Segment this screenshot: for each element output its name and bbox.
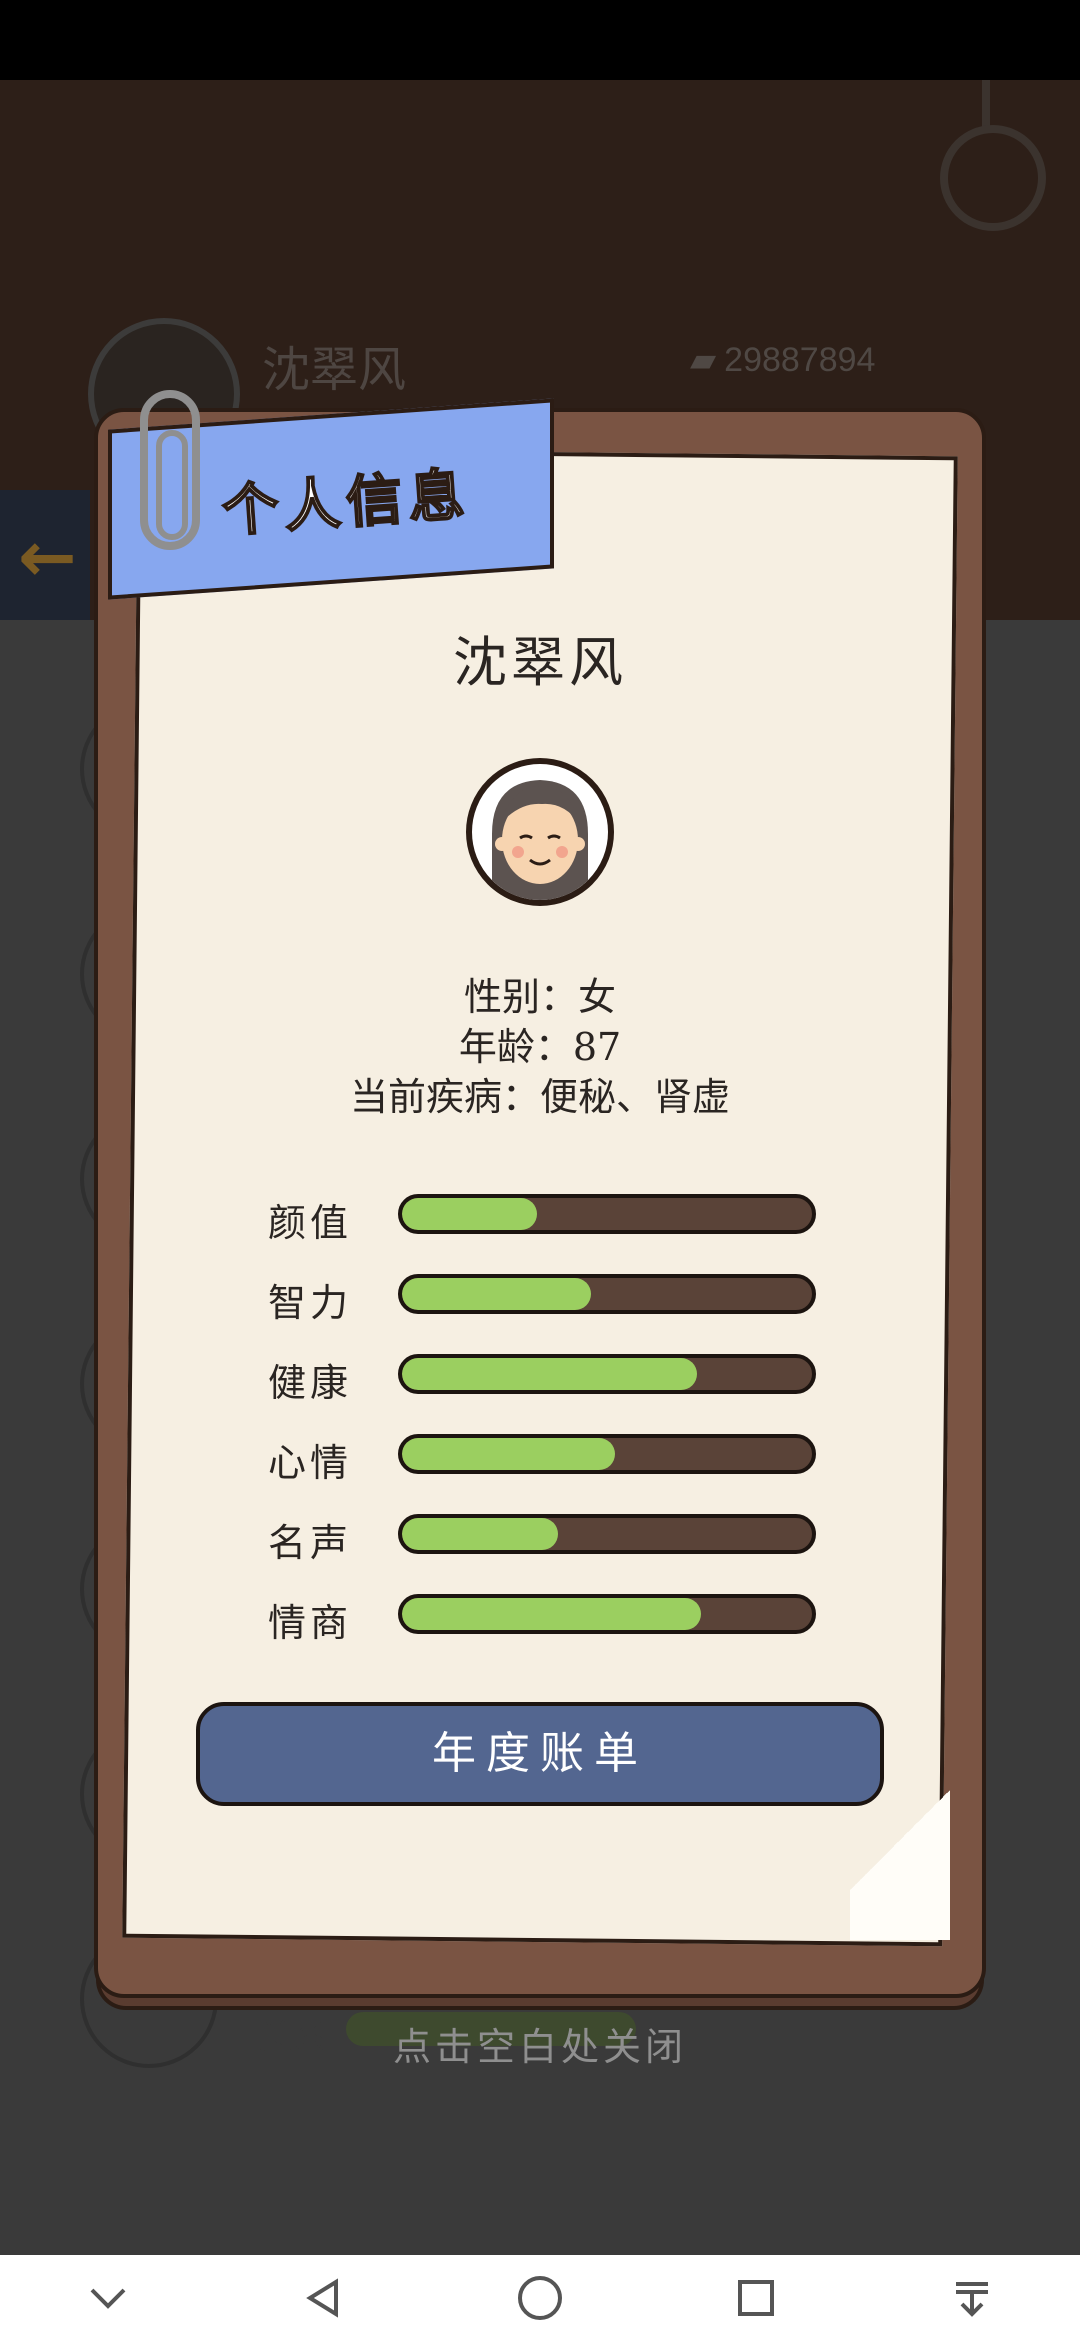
stat-label: 名声 bbox=[268, 1521, 353, 1565]
disease-text: 当前疾病：便秘、肾虚 bbox=[349, 1075, 730, 1119]
character-name: 沈翠风 bbox=[453, 631, 627, 694]
close-hint[interactable]: 点击空白处关闭 bbox=[0, 2016, 1080, 2071]
background-player-name: 沈翠风 bbox=[262, 342, 407, 398]
system-navbar bbox=[0, 2255, 1080, 2340]
back-triangle-icon[interactable] bbox=[284, 2263, 364, 2333]
background-coins: ▰ 29887894 bbox=[690, 340, 875, 380]
stat-label: 颜值 bbox=[268, 1201, 353, 1245]
paperclip-inner bbox=[156, 430, 188, 540]
stat-bar-fill bbox=[402, 1438, 616, 1470]
stat-bar-track bbox=[398, 1274, 816, 1314]
back-button[interactable]: ← bbox=[0, 490, 90, 620]
stat-bar-track bbox=[398, 1514, 816, 1554]
stat-bar-fill bbox=[402, 1198, 538, 1230]
stat-row-mood: 心情 bbox=[268, 1430, 828, 1485]
panel-title: 个人信息 bbox=[219, 460, 473, 545]
stat-row-health: 健康 bbox=[268, 1350, 828, 1405]
stat-bar-fill bbox=[402, 1358, 698, 1390]
back-arrow-icon: ← bbox=[18, 516, 77, 598]
status-bar bbox=[0, 0, 1080, 80]
stat-label: 健康 bbox=[268, 1361, 353, 1405]
stat-row-reputation: 名声 bbox=[268, 1510, 828, 1565]
money-icon: ▰ bbox=[690, 341, 717, 379]
annual-bill-button[interactable]: 年度账单 bbox=[196, 1702, 884, 1806]
stat-row-eq: 情商 bbox=[268, 1590, 828, 1645]
stat-row-appearance: 颜值 bbox=[268, 1190, 828, 1245]
coin-amount: 29887894 bbox=[724, 340, 876, 379]
character-avatar bbox=[466, 758, 614, 906]
chevron-down-icon[interactable] bbox=[68, 2263, 148, 2333]
gender-text: 性别：女 bbox=[463, 975, 616, 1019]
download-icon[interactable] bbox=[932, 2263, 1012, 2333]
stat-bar-fill bbox=[402, 1278, 591, 1310]
recents-square-icon[interactable] bbox=[716, 2263, 796, 2333]
elderly-woman-icon bbox=[492, 780, 588, 900]
home-circle-icon[interactable] bbox=[500, 2263, 580, 2333]
stat-bar-track bbox=[398, 1354, 816, 1394]
age-text: 年龄：87 bbox=[458, 1025, 622, 1069]
stat-label: 智力 bbox=[268, 1281, 353, 1325]
stat-bar-fill bbox=[402, 1518, 558, 1550]
stat-row-intelligence: 智力 bbox=[268, 1270, 828, 1325]
stat-bar-track bbox=[398, 1594, 816, 1634]
stat-label: 心情 bbox=[268, 1441, 353, 1485]
stat-bar-fill bbox=[402, 1598, 702, 1630]
hanging-ring-icon bbox=[940, 125, 1046, 231]
stat-bar-track bbox=[398, 1434, 816, 1474]
stat-label: 情商 bbox=[268, 1601, 353, 1645]
stat-bar-track bbox=[398, 1194, 816, 1234]
hanging-stem bbox=[982, 80, 990, 130]
